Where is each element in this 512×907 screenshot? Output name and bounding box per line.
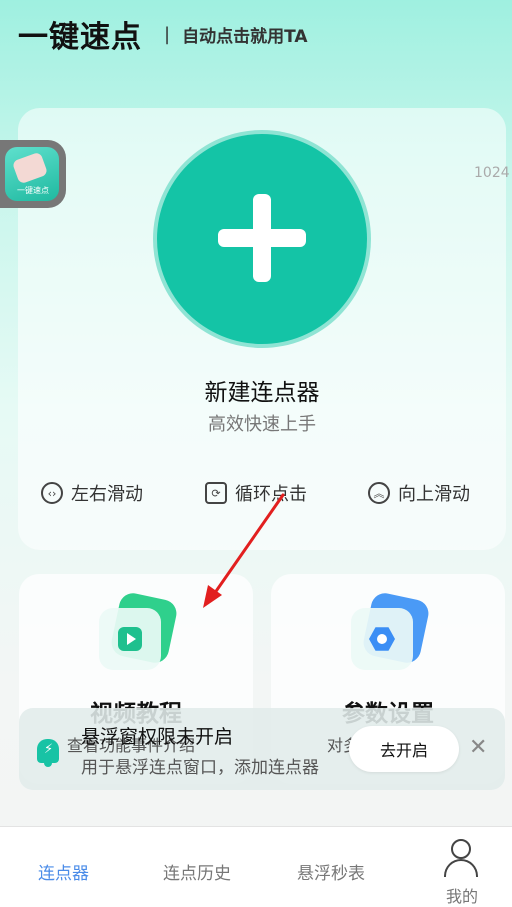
permission-toast-desc: 用于悬浮连点窗口，添加连点器 <box>81 758 319 778</box>
swap-horizontal-icon: ‹› <box>41 482 63 504</box>
mode-label: 循环点击 <box>235 484 307 505</box>
floating-app-bubble[interactable]: 一键速点 <box>0 140 66 208</box>
gear-hex-icon <box>369 627 395 651</box>
new-clicker-card: 新建连点器 高效快速上手 ‹› 左右滑动 ⟳ 循环点击 ︽ 向上滑动 <box>18 108 506 550</box>
tab-history[interactable]: 连点历史 <box>163 859 231 884</box>
app-slogan: 自动点击就用TA <box>182 26 308 47</box>
mode-list: ‹› 左右滑动 ⟳ 循环点击 ︽ 向上滑动 <box>18 480 506 508</box>
app-title: 一键速点 <box>18 20 142 55</box>
permission-toast: ⚡ 查看功能事件介绍 对多 悬浮窗权限未开启 用于悬浮连点窗口，添加连点器 去开… <box>19 708 505 790</box>
card-illustration-front <box>351 608 413 670</box>
close-icon[interactable]: ✕ <box>469 735 487 761</box>
floating-app-label: 一键速点 <box>17 186 49 195</box>
hand-icon <box>11 151 49 185</box>
mode-label: 向上滑动 <box>398 484 470 505</box>
bell-icon: ⚡ <box>37 739 59 767</box>
new-clicker-title[interactable]: 新建连点器 <box>18 373 506 407</box>
counter-text: 1024 <box>474 165 510 181</box>
new-clicker-button[interactable] <box>157 134 367 344</box>
profile-icon[interactable] <box>443 839 479 877</box>
header: 一键速点 | 自动点击就用TA <box>18 14 308 55</box>
play-icon <box>118 627 142 651</box>
permission-toast-title: 悬浮窗权限未开启 <box>81 726 234 748</box>
enable-permission-button[interactable]: 去开启 <box>349 726 459 772</box>
new-clicker-subtitle: 高效快速上手 <box>208 414 316 435</box>
loop-icon: ⟳ <box>205 482 227 504</box>
tab-stopwatch[interactable]: 悬浮秒表 <box>297 859 365 884</box>
card-illustration-front <box>99 608 161 670</box>
app-logo: 一键速点 <box>5 147 59 201</box>
mode-loop-click[interactable]: ⟳ 循环点击 <box>205 480 307 506</box>
tab-me[interactable]: 我的 <box>446 883 478 907</box>
header-separator: | <box>164 23 171 45</box>
mode-swipe-horizontal[interactable]: ‹› 左右滑动 <box>41 480 143 506</box>
mode-label: 左右滑动 <box>71 484 143 505</box>
double-chevron-up-icon: ︽ <box>368 482 390 504</box>
bottom-tab-bar: 连点器 连点历史 悬浮秒表 我的 <box>0 826 512 907</box>
mode-swipe-up[interactable]: ︽ 向上滑动 <box>368 480 470 506</box>
tab-clicker[interactable]: 连点器 <box>38 859 89 884</box>
